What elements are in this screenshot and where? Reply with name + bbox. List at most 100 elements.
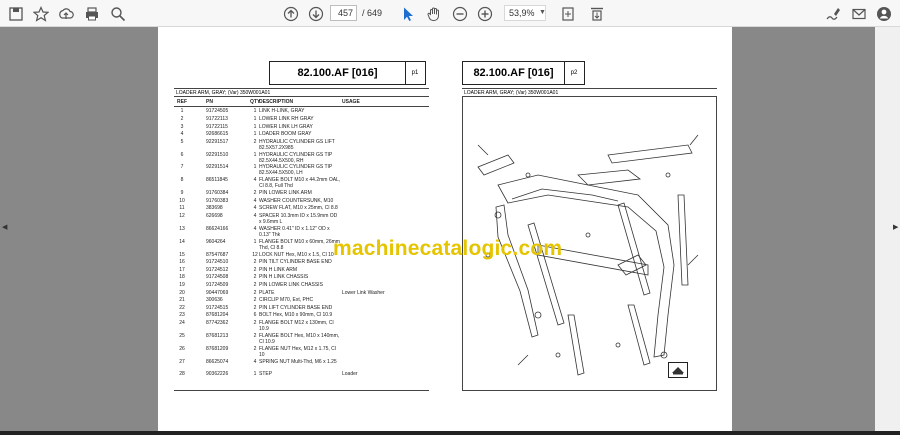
cell-ref: 23 bbox=[179, 312, 185, 319]
cell-pn: 87681209 bbox=[206, 345, 229, 352]
table-row: 6 92291510 1 HYDRAULIC CYLINDER GS TIP 82.5… bbox=[174, 152, 429, 164]
page-total-label: / 649 bbox=[362, 8, 383, 18]
cell-ref: 9 bbox=[180, 190, 184, 197]
cell-ref: 24 bbox=[179, 319, 185, 326]
zoom-search-icon[interactable] bbox=[108, 4, 127, 23]
cell-pn: 92291510 bbox=[206, 151, 229, 158]
cell-description: PLATE bbox=[259, 289, 275, 296]
user-icon[interactable] bbox=[874, 4, 893, 23]
cell-description: HYDRAULIC CYLINDER GS TIP 82.5X44.5X500,… bbox=[259, 164, 333, 177]
page-label: p2 bbox=[570, 70, 578, 76]
scroll-mode-icon[interactable] bbox=[587, 4, 606, 23]
cell-description: LOWER LINK RH GRAY bbox=[259, 115, 314, 122]
cell-ref: 12 bbox=[179, 213, 185, 219]
cell-ref: 1 bbox=[180, 108, 184, 115]
zoom-in-icon[interactable] bbox=[475, 4, 494, 23]
table-row: 24 87742362 2 FLANGE BOLT M12 x 130mm, Cl 1… bbox=[174, 320, 429, 332]
page-number-input[interactable] bbox=[330, 5, 357, 21]
page-label: p1 bbox=[411, 70, 419, 76]
page-header-box: 82.100.AF [016] p1 bbox=[269, 61, 426, 85]
next-page-arrow-icon[interactable]: ▶ bbox=[893, 223, 898, 231]
zoom-level-value: 53,9% bbox=[509, 8, 535, 18]
cell-ref: 15 bbox=[179, 251, 185, 258]
zoom-out-icon[interactable] bbox=[450, 4, 469, 23]
document-page-2: 82.100.AF [016] p2 LOADER ARM, GRAY; (Va… bbox=[446, 27, 732, 431]
header-usage: USAGE bbox=[342, 99, 360, 105]
section-code: 82.100.AF [016] bbox=[463, 62, 565, 84]
table-bottom-rule bbox=[174, 390, 429, 391]
print-icon[interactable] bbox=[82, 4, 101, 23]
page-header-box: 82.100.AF [016] p2 bbox=[462, 61, 585, 85]
cell-ref: 22 bbox=[179, 304, 185, 311]
cell-ref: 11 bbox=[179, 205, 185, 212]
cell-description: SPRING NUT Multi-Thd, M6 x 1.25 bbox=[259, 358, 337, 365]
cell-description: FLANGE BOLT M10 x 44.2mm OAL, Cl 8.8, Fu… bbox=[259, 177, 341, 190]
email-icon[interactable] bbox=[849, 4, 868, 23]
cell-description: CIRCLIP M70, Ext, PHC bbox=[259, 297, 314, 304]
table-row: 20 90447069 2 PLATE Lower Link Washer bbox=[174, 290, 429, 296]
table-row: 26 87681209 2 FLANGE NUT Hex, M12 x 1.75, C… bbox=[174, 346, 429, 358]
save-icon[interactable] bbox=[6, 4, 25, 23]
cell-pn: 91724505 bbox=[206, 108, 229, 115]
cursor-arrow-icon[interactable] bbox=[398, 4, 417, 23]
table-header: REF PN QTY DESCRIPTION USAGE bbox=[174, 99, 429, 107]
cell-ref: 19 bbox=[179, 281, 185, 288]
cell-ref: 7 bbox=[180, 164, 184, 171]
cell-description: PIN LOWER LINK CHASSIS bbox=[259, 281, 323, 288]
cell-ref: 13 bbox=[179, 225, 185, 232]
toolbar: / 649 53,9% ▼ bbox=[0, 0, 900, 27]
sign-icon[interactable] bbox=[823, 4, 842, 23]
cell-description: SPACER 10.3mm ID x 15.9mm OD x 9.6mm L bbox=[259, 213, 338, 225]
cell-ref: 26 bbox=[179, 345, 185, 352]
cell-pn: 87742362 bbox=[206, 319, 229, 326]
cell-pn: 90362226 bbox=[206, 371, 229, 378]
cell-ref: 10 bbox=[179, 197, 185, 204]
cell-ref: 27 bbox=[179, 358, 185, 365]
table-row: 21 300636 2 CIRCLIP M70, Ext, PHC bbox=[174, 297, 429, 303]
bottom-bar bbox=[0, 431, 900, 435]
section-code: 82.100.AF [016] bbox=[270, 62, 406, 84]
cell-description: LOADER BOOM GRAY bbox=[259, 131, 312, 138]
cell-description: STEP bbox=[259, 371, 273, 378]
cell-ref: 3 bbox=[180, 123, 184, 130]
cell-description: BOLT Hex, M10 x 90mm, Cl 10.9 bbox=[259, 312, 333, 319]
hand-icon[interactable] bbox=[424, 4, 443, 23]
cell-ref: 16 bbox=[179, 259, 185, 266]
upload-icon[interactable] bbox=[56, 4, 75, 23]
cell-description: LOCK NUT Hex, M10 x 1.5, Cl 10 bbox=[259, 251, 334, 258]
cell-pn: 87681204 bbox=[206, 312, 229, 319]
cell-ref: 6 bbox=[180, 151, 184, 158]
cell-ref: 4 bbox=[180, 131, 184, 138]
cell-description: HYDRAULIC CYLINDER GS LIFT 82.5X57.2X985 bbox=[259, 138, 335, 151]
document-page-1: 82.100.AF [016] p1 LOADER ARM, GRAY; (Va… bbox=[158, 27, 444, 431]
bookmark-star-icon[interactable] bbox=[31, 4, 50, 23]
cell-description: WASHER 0.41" ID x 1.12" OD x 0.13" Thk bbox=[259, 225, 330, 238]
table-row: 4 92686615 1 LOADER BOOM GRAY bbox=[174, 131, 429, 137]
cell-pn: 91724512 bbox=[206, 266, 229, 273]
cell-description: PIN H LINK CHASSIS bbox=[259, 274, 309, 281]
cell-ref: 21 bbox=[179, 297, 185, 304]
diagram-navigation-icon[interactable] bbox=[668, 362, 688, 378]
document-viewer[interactable]: ◀ ▶ 82.100.AF [016] p1 LOADER ARM, GRAY;… bbox=[0, 27, 900, 431]
cell-pn: 86511845 bbox=[206, 177, 228, 184]
cell-pn: 91724515 bbox=[206, 304, 229, 311]
cell-ref: 8 bbox=[180, 177, 184, 184]
page-down-icon[interactable] bbox=[306, 4, 325, 23]
viewer-background-left bbox=[0, 27, 158, 431]
cell-pn: 91722115 bbox=[206, 123, 228, 130]
cell-pn: 87681213 bbox=[206, 332, 229, 339]
cell-pn: 626698 bbox=[206, 213, 223, 219]
cell-usage: Lower Link Washer bbox=[342, 289, 385, 296]
viewer-background-right bbox=[730, 27, 875, 431]
fit-page-icon[interactable] bbox=[558, 4, 577, 23]
chevron-down-icon[interactable]: ▼ bbox=[539, 9, 546, 16]
page-up-icon[interactable] bbox=[281, 4, 300, 23]
header-description: DESCRIPTION bbox=[259, 99, 294, 105]
table-row: 7 92291514 1 HYDRAULIC CYLINDER GS TIP 82.5… bbox=[174, 164, 429, 176]
previous-page-arrow-icon[interactable]: ◀ bbox=[2, 223, 7, 231]
table-row: 27 86625074 4 SPRING NUT Multi-Thd, M6 x 1.… bbox=[174, 359, 429, 371]
cell-pn: 9604264 bbox=[206, 238, 226, 245]
cell-pn: 87547687 bbox=[206, 251, 229, 258]
table-row: 18 91724508 2 PIN H LINK CHASSIS bbox=[174, 274, 429, 280]
cell-ref: 17 bbox=[179, 266, 185, 273]
